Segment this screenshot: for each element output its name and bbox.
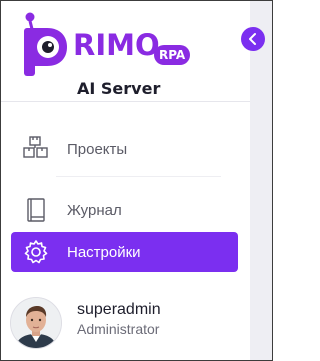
logo-badge: RPA — [154, 45, 191, 65]
chevron-left-icon — [249, 33, 256, 45]
sidebar-item-journal[interactable]: Журнал — [11, 190, 238, 230]
collapse-sidebar-button[interactable] — [241, 27, 265, 51]
logo-subtitle: AI Server — [77, 79, 161, 98]
book-icon — [21, 195, 51, 225]
user-name: superadmin — [77, 301, 161, 318]
menu-divider — [56, 176, 221, 177]
gear-icon — [21, 237, 51, 267]
user-role: Administrator — [77, 321, 160, 337]
header-divider — [1, 101, 250, 102]
logo-wordmark: RIMO — [73, 28, 160, 62]
sidebar-item-settings[interactable]: Настройки — [11, 232, 238, 272]
sidebar-panel: RIMO RPA AI Server Проекты Журнал Настро… — [0, 0, 273, 361]
sidebar-item-label: Настройки — [67, 243, 141, 261]
sidebar-item-label: Проекты — [67, 140, 128, 158]
sidebar-item-label: Журнал — [67, 201, 122, 219]
sidebar-item-projects[interactable]: Проекты — [11, 129, 238, 169]
robot-logo-icon — [24, 12, 67, 76]
content-background — [250, 1, 272, 360]
projects-icon — [21, 134, 51, 164]
primo-rpa-logo[interactable]: RIMO RPA AI Server — [19, 11, 191, 101]
avatar[interactable] — [10, 297, 62, 349]
user-profile[interactable]: superadmin Administrator — [1, 291, 250, 360]
